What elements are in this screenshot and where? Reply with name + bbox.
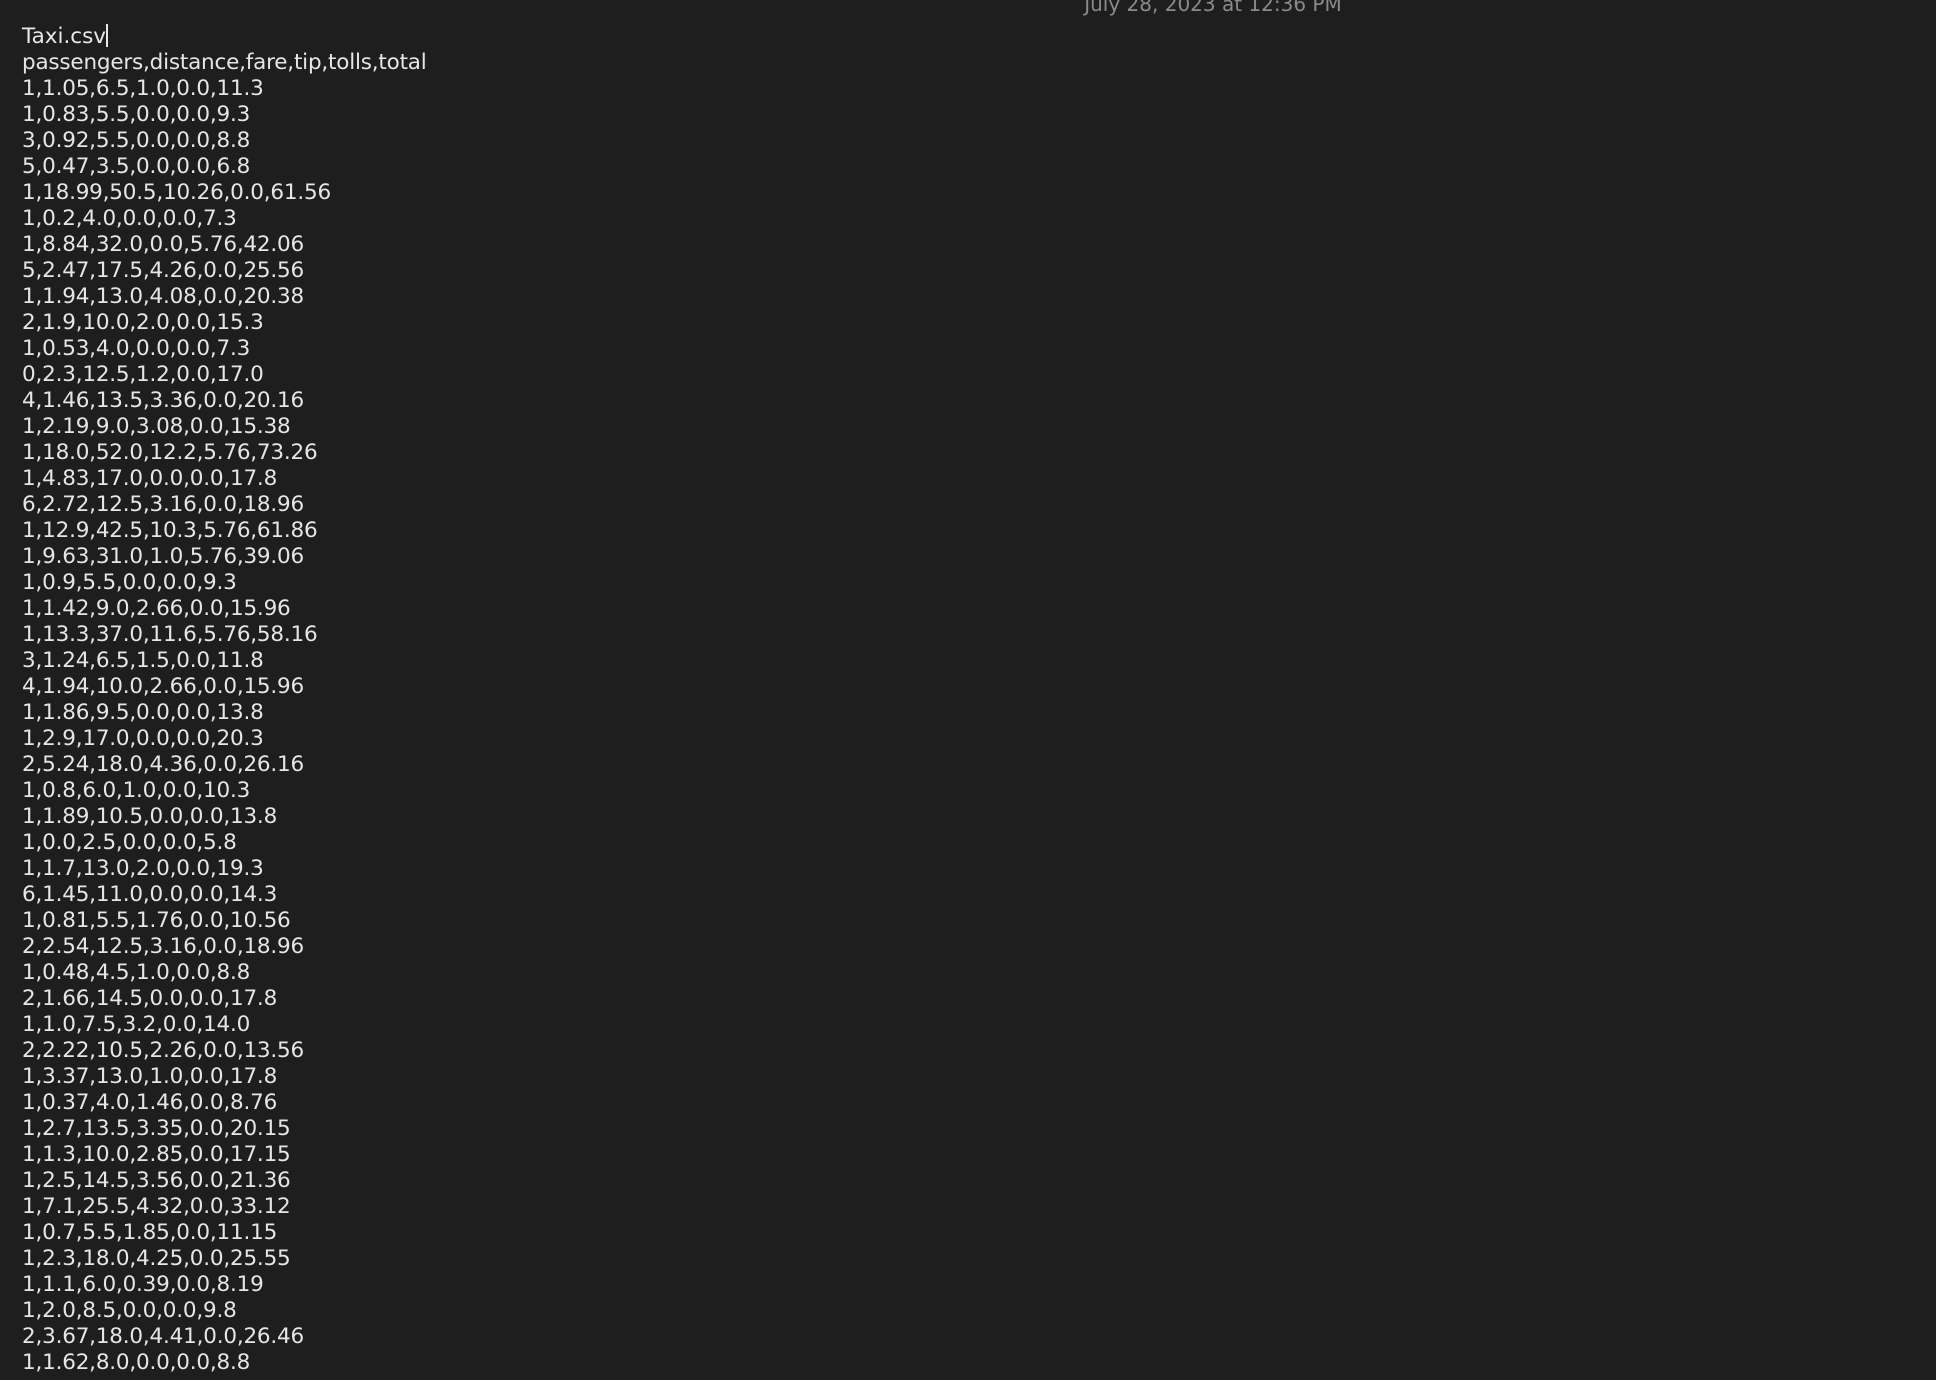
- csv-data-line[interactable]: 4,1.94,10.0,2.66,0.0,15.96: [22, 674, 1936, 700]
- note-date: July 28, 2023 at 12:36 PM: [1084, 0, 1342, 16]
- csv-data-line[interactable]: 1,1.62,8.0,0.0,0.0,8.8: [22, 1350, 1936, 1376]
- csv-data-line[interactable]: 1,13.3,37.0,11.6,5.76,58.16: [22, 622, 1936, 648]
- csv-data-line[interactable]: 1,0.81,5.5,1.76,0.0,10.56: [22, 908, 1936, 934]
- csv-data-line[interactable]: 3,1.24,6.5,1.5,0.0,11.8: [22, 648, 1936, 674]
- csv-data-line[interactable]: 1,2.0,8.5,0.0,0.0,9.8: [22, 1298, 1936, 1324]
- note-title-text: Taxi.csv: [22, 24, 107, 49]
- csv-data-line[interactable]: 1,0.7,5.5,1.85,0.0,11.15: [22, 1220, 1936, 1246]
- csv-data-line[interactable]: 1,0.37,4.0,1.46,0.0,8.76: [22, 1090, 1936, 1116]
- csv-data-line[interactable]: 1,1.86,9.5,0.0,0.0,13.8: [22, 700, 1936, 726]
- csv-data-line[interactable]: 1,3.37,13.0,1.0,0.0,17.8: [22, 1064, 1936, 1090]
- csv-data-line[interactable]: 1,1.94,13.0,4.08,0.0,20.38: [22, 284, 1936, 310]
- csv-data-line[interactable]: 2,5.24,18.0,4.36,0.0,26.16: [22, 752, 1936, 778]
- csv-data-line[interactable]: 1,2.19,9.0,3.08,0.0,15.38: [22, 414, 1936, 440]
- csv-data-line[interactable]: 1,0.48,4.5,1.0,0.0,8.8: [22, 960, 1936, 986]
- csv-data-line[interactable]: 1,18.99,50.5,10.26,0.0,61.56: [22, 180, 1936, 206]
- csv-data-line[interactable]: 5,0.47,3.5,0.0,0.0,6.8: [22, 154, 1936, 180]
- note-title[interactable]: Taxi.csv: [22, 24, 1936, 50]
- csv-data-line[interactable]: 1,9.63,31.0,1.0,5.76,39.06: [22, 544, 1936, 570]
- csv-data-line[interactable]: 1,1.1,6.0,0.39,0.0,8.19: [22, 1272, 1936, 1298]
- csv-data-line[interactable]: 1,1.3,10.0,2.85,0.0,17.15: [22, 1142, 1936, 1168]
- csv-data-line[interactable]: 1,2.9,17.0,0.0,0.0,20.3: [22, 726, 1936, 752]
- csv-data-line[interactable]: 2,1.9,10.0,2.0,0.0,15.3: [22, 310, 1936, 336]
- csv-data-line[interactable]: 1,1.05,6.5,1.0,0.0,11.3: [22, 76, 1936, 102]
- csv-data-line[interactable]: 2,3.67,18.0,4.41,0.0,26.46: [22, 1324, 1936, 1350]
- csv-data-line[interactable]: 1,0.53,4.0,0.0,0.0,7.3: [22, 336, 1936, 362]
- csv-data-line[interactable]: 4,1.46,13.5,3.36,0.0,20.16: [22, 388, 1936, 414]
- csv-data-line[interactable]: 1,2.7,13.5,3.35,0.0,20.15: [22, 1116, 1936, 1142]
- csv-data-line[interactable]: 1,0.9,5.5,0.0,0.0,9.3: [22, 570, 1936, 596]
- csv-data-line[interactable]: 1,1.42,9.0,2.66,0.0,15.96: [22, 596, 1936, 622]
- csv-data-line[interactable]: 1,8.84,32.0,0.0,5.76,42.06: [22, 232, 1936, 258]
- csv-data-line[interactable]: 3,0.92,5.5,0.0,0.0,8.8: [22, 128, 1936, 154]
- csv-data-line[interactable]: 1,1.89,10.5,0.0,0.0,13.8: [22, 804, 1936, 830]
- csv-data-line[interactable]: 1,2.5,14.5,3.56,0.0,21.36: [22, 1168, 1936, 1194]
- csv-data-line[interactable]: 0,2.3,12.5,1.2,0.0,17.0: [22, 362, 1936, 388]
- csv-data-line[interactable]: 1,2.3,18.0,4.25,0.0,25.55: [22, 1246, 1936, 1272]
- csv-data-line[interactable]: 6,2.72,12.5,3.16,0.0,18.96: [22, 492, 1936, 518]
- csv-header-line[interactable]: passengers,distance,fare,tip,tolls,total: [22, 50, 1936, 76]
- csv-data-line[interactable]: 1,18.0,52.0,12.2,5.76,73.26: [22, 440, 1936, 466]
- csv-data-line[interactable]: 1,4.83,17.0,0.0,0.0,17.8: [22, 466, 1936, 492]
- csv-data-line[interactable]: 2,2.22,10.5,2.26,0.0,13.56: [22, 1038, 1936, 1064]
- note-editor[interactable]: Taxi.csv passengers,distance,fare,tip,to…: [22, 24, 1936, 1380]
- csv-data-line[interactable]: 1,12.9,42.5,10.3,5.76,61.86: [22, 518, 1936, 544]
- csv-data-line[interactable]: 1,1.0,7.5,3.2,0.0,14.0: [22, 1012, 1936, 1038]
- csv-data-line[interactable]: 1,7.1,25.5,4.32,0.0,33.12: [22, 1194, 1936, 1220]
- csv-data-line[interactable]: 1,0.2,4.0,0.0,0.0,7.3: [22, 206, 1936, 232]
- csv-data-line[interactable]: 2,1.66,14.5,0.0,0.0,17.8: [22, 986, 1936, 1012]
- csv-data-line[interactable]: 1,0.8,6.0,1.0,0.0,10.3: [22, 778, 1936, 804]
- text-cursor: [106, 24, 109, 47]
- csv-data-line[interactable]: 1,0.83,5.5,0.0,0.0,9.3: [22, 102, 1936, 128]
- note-content[interactable]: passengers,distance,fare,tip,tolls,total…: [22, 50, 1936, 1376]
- csv-data-line[interactable]: 5,2.47,17.5,4.26,0.0,25.56: [22, 258, 1936, 284]
- csv-data-line[interactable]: 6,1.45,11.0,0.0,0.0,14.3: [22, 882, 1936, 908]
- csv-data-line[interactable]: 1,0.0,2.5,0.0,0.0,5.8: [22, 830, 1936, 856]
- csv-data-line[interactable]: 2,2.54,12.5,3.16,0.0,18.96: [22, 934, 1936, 960]
- csv-data-line[interactable]: 1,1.7,13.0,2.0,0.0,19.3: [22, 856, 1936, 882]
